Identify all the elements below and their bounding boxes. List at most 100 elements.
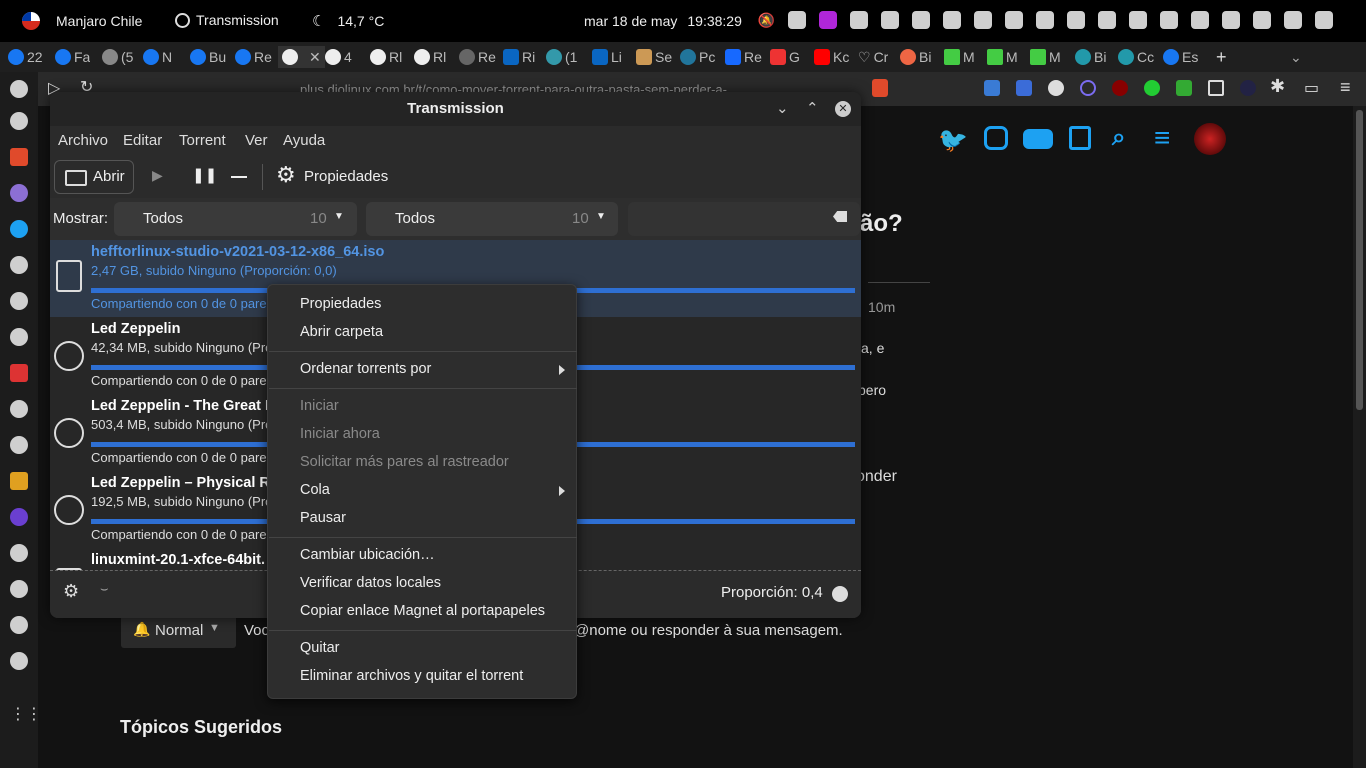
browser-tab[interactable]: G [770, 46, 800, 68]
tracker-filter-select[interactable]: Todos 10 ▼ [366, 202, 618, 236]
tray-app-icon[interactable] [1067, 11, 1085, 29]
browser-tab[interactable]: Re [235, 46, 272, 68]
remove-icon[interactable] [231, 176, 247, 178]
search-icon[interactable]: ⌕ [1112, 124, 1125, 152]
pause-icon[interactable]: ❚❚ [192, 166, 217, 184]
browser-tab[interactable]: M [987, 46, 1018, 68]
browser-tab[interactable]: Se [636, 46, 672, 68]
menu-item-remove[interactable]: Quitar [300, 640, 340, 656]
brave-icon[interactable] [10, 148, 28, 166]
browser-tab[interactable]: ♡ Cr [858, 46, 888, 68]
clear-search-icon[interactable] [833, 211, 847, 222]
tray-app-icon[interactable] [1253, 11, 1271, 29]
open-button[interactable]: Abrir [54, 160, 134, 194]
browser-tab[interactable]: Re [725, 46, 762, 68]
twitter-icon[interactable]: 🐦 [938, 126, 968, 155]
browser-tab[interactable]: Bi [900, 46, 931, 68]
browser-tab[interactable]: Re [459, 46, 496, 68]
menu-item-open-folder[interactable]: Abrir carpeta [300, 324, 383, 340]
menu-item-delete-files-and-remove[interactable]: Eliminar archivos y quitar el torrent [300, 668, 523, 684]
extension-icon[interactable] [1176, 80, 1192, 96]
browser-tab[interactable]: Cc [1118, 46, 1154, 68]
menu-item-copy-magnet[interactable]: Copiar enlace Magnet al portapapeles [300, 603, 545, 619]
cast-icon[interactable]: ▭ [1304, 78, 1319, 98]
menu-item-properties[interactable]: Propiedades [300, 296, 381, 312]
menu-torrent[interactable]: Torrent [179, 132, 226, 149]
sidebar-app-icon[interactable] [10, 292, 28, 310]
window-titlebar[interactable]: Transmission ⌄ ⌃ ✕ [50, 92, 861, 126]
distro-menu[interactable]: Manjaro Chile [22, 12, 142, 30]
sidebar-app-icon[interactable] [10, 184, 28, 202]
volume-icon[interactable] [1284, 11, 1302, 29]
extension-icon[interactable] [1240, 80, 1256, 96]
sidebar-app-icon[interactable] [10, 112, 28, 130]
sidebar-app-icon[interactable] [10, 328, 28, 346]
browser-tab[interactable]: N [143, 46, 172, 68]
power-icon[interactable] [1315, 11, 1333, 29]
active-app-menu[interactable]: Transmission [175, 12, 279, 28]
menu-item-queue[interactable]: Cola [300, 482, 330, 498]
tray-app-icon[interactable] [819, 11, 837, 29]
sidebar-app-icon[interactable] [10, 364, 28, 382]
menu-editar[interactable]: Editar [123, 132, 162, 149]
notification-level-button[interactable]: 🔔 Normal ▼ [121, 614, 236, 648]
tab-list-chevron-icon[interactable]: ⌄ [1290, 46, 1302, 68]
browser-menu-icon[interactable]: ≡ [1340, 77, 1351, 98]
wifi-icon[interactable] [912, 11, 930, 29]
browser-tab[interactable]: (1 [546, 46, 577, 68]
tray-app-icon[interactable] [881, 11, 899, 29]
browser-tab[interactable]: Ri [503, 46, 535, 68]
browser-tab[interactable]: M [944, 46, 975, 68]
options-gear-icon[interactable]: ⚙ [63, 581, 79, 602]
sidebar-app-icon[interactable] [10, 400, 28, 418]
extension-icon[interactable] [1080, 80, 1096, 96]
turtle-icon[interactable]: ⌣ [100, 581, 109, 597]
tray-app-icon[interactable] [1160, 11, 1178, 29]
brave-shield-icon[interactable] [872, 79, 888, 97]
tray-app-icon[interactable] [788, 11, 806, 29]
instagram-icon[interactable] [984, 126, 1008, 150]
hamburger-menu-icon[interactable]: ≡ [1154, 122, 1170, 154]
info-icon[interactable] [1036, 11, 1054, 29]
youtube-icon[interactable] [1023, 129, 1053, 149]
menu-ver[interactable]: Ver [245, 132, 268, 149]
sidebar-app-icon[interactable] [10, 80, 28, 98]
browser-tab[interactable]: Bu [190, 46, 226, 68]
browser-tab[interactable]: Es [1163, 46, 1198, 68]
extensions-puzzle-icon[interactable]: ✱ [1270, 76, 1285, 97]
reply-button[interactable]: onder [856, 468, 897, 486]
minimize-icon[interactable]: ⌄ [776, 92, 789, 126]
close-icon[interactable]: ✕ [835, 101, 851, 117]
browser-tab[interactable]: Rl [414, 46, 446, 68]
ublock-icon[interactable] [1112, 80, 1128, 96]
menu-item-verify-local-data[interactable]: Verificar datos locales [300, 575, 441, 591]
sidebar-app-icon[interactable] [10, 508, 28, 526]
page-scrollbar-thumb[interactable] [1356, 110, 1363, 410]
search-input[interactable] [628, 202, 860, 236]
tray-app-icon[interactable] [974, 11, 992, 29]
new-tab-button[interactable]: + [1216, 46, 1227, 68]
start-icon[interactable]: ▶ [152, 167, 163, 184]
ratio-icon[interactable] [832, 586, 848, 602]
browser-tab[interactable]: Li [592, 46, 622, 68]
menu-item-pause[interactable]: Pausar [300, 510, 346, 526]
weather-indicator[interactable]: ☾ 14,7 °C [312, 12, 384, 30]
menu-archivo[interactable]: Archivo [58, 132, 108, 149]
slack-icon[interactable] [10, 436, 28, 454]
menu-item-sort-torrents[interactable]: Ordenar torrents por [300, 361, 431, 377]
sidebar-app-icon[interactable] [10, 256, 28, 274]
browser-tab[interactable]: Rl [370, 46, 402, 68]
properties-button[interactable]: ⚙ Propiedades [276, 160, 391, 194]
tray-app-icon[interactable] [1191, 11, 1209, 29]
extension-icon[interactable] [1208, 80, 1224, 96]
browser-tab[interactable]: Fa [55, 46, 90, 68]
maximize-icon[interactable]: ⌃ [806, 92, 819, 126]
twitch-icon[interactable] [1069, 126, 1091, 150]
close-tab-icon[interactable]: ✕ [309, 49, 321, 66]
clock-icon[interactable] [1129, 11, 1147, 29]
microphone-icon[interactable] [1005, 11, 1023, 29]
menu-item-change-location[interactable]: Cambiar ubicación… [300, 547, 435, 563]
sidebar-app-icon[interactable] [10, 472, 28, 490]
sidebar-app-icon[interactable] [10, 616, 28, 634]
browser-tab[interactable]: 4 [325, 46, 352, 68]
